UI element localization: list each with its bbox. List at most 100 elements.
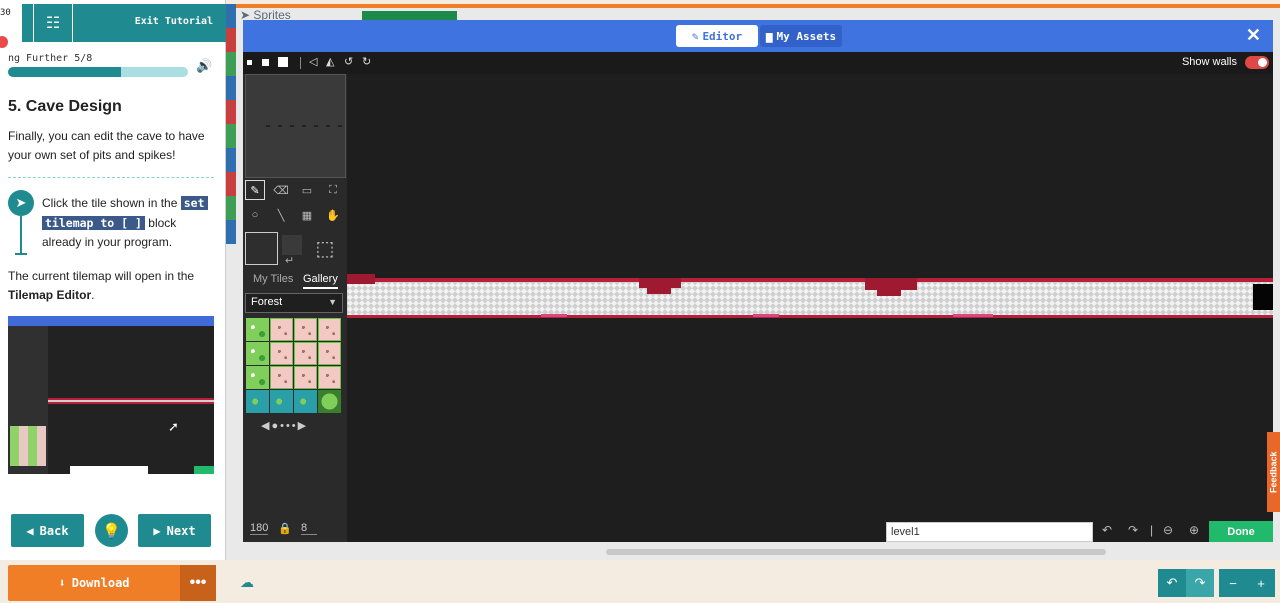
- top-accent-bar: [226, 4, 1280, 8]
- tutorial-intro-text: Finally, you can edit the cave to have y…: [8, 129, 205, 162]
- primary-tile-swatch[interactable]: [245, 232, 278, 265]
- lightbulb-icon: 💡: [102, 522, 121, 540]
- gallery-tile[interactable]: [318, 342, 341, 365]
- code-token: tilemap to [ ]: [42, 215, 145, 230]
- gallery-category-select[interactable]: Forest ▼: [245, 293, 343, 313]
- done-button[interactable]: Done: [1209, 521, 1273, 542]
- zoom-out-button[interactable]: −: [1219, 569, 1247, 597]
- gallery-tile[interactable]: [318, 366, 341, 389]
- rotate-right-icon[interactable]: ↻: [362, 55, 371, 68]
- speaker-icon[interactable]: 🔊: [196, 58, 212, 74]
- brush-size-medium[interactable]: [262, 59, 269, 66]
- feedback-tab[interactable]: Feedback: [1267, 432, 1280, 512]
- tilemap-editor: ✎ Editor ▆ My Assets ✕ ◁ ◭ ↺ ↻ Show walls …: [243, 20, 1273, 542]
- redo-icon[interactable]: ↷: [1128, 523, 1138, 537]
- gallery-tile[interactable]: [294, 318, 317, 341]
- tilemap-width-input[interactable]: 180: [250, 522, 269, 535]
- tools-sidebar: ✎ ⌫ ▭ ⛶ ○ ╲ ▦ ✋ ↵ ⬚ My Tiles Gallery For…: [243, 74, 347, 542]
- gallery-tile[interactable]: [246, 342, 269, 365]
- brush-size-large[interactable]: [278, 57, 288, 67]
- tutorial-step-title: 5. Cave Design: [8, 98, 122, 115]
- cloud-icon[interactable]: ☁: [240, 574, 254, 591]
- tilemap-height-input[interactable]: 8: [301, 522, 317, 535]
- spike-tile: [753, 314, 779, 317]
- eraser-tool-icon[interactable]: ⌫: [271, 180, 291, 200]
- pencil-tool-icon[interactable]: ✎: [245, 180, 265, 200]
- line-tool-icon[interactable]: ╲: [271, 205, 291, 225]
- pit-tile: [865, 278, 917, 290]
- gallery-tile[interactable]: [294, 390, 317, 413]
- editor-toolbar: ◁ ◭ ↺ ↻ Show walls: [243, 52, 1273, 74]
- next-arrow-icon: ▶: [153, 523, 161, 538]
- tutorial-after-text: The current tilemap will open in the Til…: [8, 269, 195, 302]
- tilemap-canvas[interactable]: [347, 74, 1273, 518]
- gallery-tile[interactable]: [294, 342, 317, 365]
- gallery-tile[interactable]: [246, 318, 269, 341]
- hint-button[interactable]: 💡: [95, 514, 128, 547]
- flip-vertical-icon[interactable]: ◭: [326, 55, 334, 68]
- pan-tool-icon[interactable]: ✋: [323, 205, 343, 225]
- gallery-tile[interactable]: [246, 390, 269, 413]
- grid-tool-icon[interactable]: ▦: [297, 205, 317, 225]
- more-options-button[interactable]: •••: [180, 565, 216, 601]
- folder-icon: ▆: [765, 29, 773, 43]
- lock-icon[interactable]: 🔒: [278, 522, 292, 535]
- zoom-in-icon[interactable]: ⊕: [1189, 523, 1199, 537]
- tab-gallery[interactable]: Gallery: [303, 273, 338, 289]
- swap-icon[interactable]: ↵: [285, 254, 294, 267]
- back-button[interactable]: ◀ Back: [11, 514, 84, 547]
- tilemap-name-input[interactable]: level1: [886, 522, 1093, 542]
- rectangle-tool-icon[interactable]: ▭: [297, 180, 317, 200]
- download-icon: ⬇: [58, 576, 66, 590]
- gallery-tile[interactable]: [270, 318, 293, 341]
- tab-my-tiles[interactable]: My Tiles: [253, 273, 293, 285]
- pit-tile: [347, 274, 375, 284]
- secondary-tile-swatch[interactable]: [282, 235, 302, 255]
- tutorial-step-instruction: Click the tile shown in the set tilemap t…: [42, 194, 217, 253]
- download-button[interactable]: ⬇ Download: [8, 565, 180, 601]
- zoom-in-button[interactable]: +: [1247, 569, 1275, 597]
- divider: |: [1150, 523, 1154, 537]
- close-icon[interactable]: ✕: [1246, 25, 1261, 46]
- checklist-icon[interactable]: ☷: [33, 4, 73, 42]
- circle-tool-icon[interactable]: ○: [245, 205, 265, 225]
- bottom-toolbar: ⬇ Download ••• ☁ ↶ ↷ − +: [0, 560, 1280, 603]
- spike-tile: [953, 314, 993, 317]
- gallery-tile[interactable]: [270, 366, 293, 389]
- gallery-tile[interactable]: [270, 390, 293, 413]
- zoom-out-icon[interactable]: ⊖: [1163, 523, 1173, 537]
- next-button[interactable]: ▶ Next: [138, 514, 211, 547]
- redo-button[interactable]: ↷: [1186, 569, 1214, 597]
- undo-icon[interactable]: ↶: [1102, 523, 1112, 537]
- pit-tile: [647, 288, 671, 294]
- gallery-pager[interactable]: ◀●•••▶: [261, 419, 308, 432]
- cave-floor-strip: [347, 278, 1273, 318]
- gallery-tile[interactable]: [318, 390, 341, 413]
- wall-tool-icon[interactable]: ⬚: [312, 235, 338, 261]
- undo-button[interactable]: ↶: [1158, 569, 1186, 597]
- step-connector-line: [20, 216, 22, 254]
- flip-horizontal-icon[interactable]: ◁: [309, 55, 317, 68]
- pit-tile: [639, 278, 681, 288]
- brush-size-small[interactable]: [247, 60, 252, 65]
- tutorial-progress-fill: [8, 67, 121, 77]
- rotate-left-icon[interactable]: ↺: [344, 55, 353, 68]
- wall-block: [1253, 284, 1273, 310]
- spike-tile: [541, 314, 567, 317]
- tab-editor[interactable]: ✎ Editor: [676, 25, 758, 47]
- tab-my-assets[interactable]: ▆ My Assets: [760, 25, 842, 47]
- minimap[interactable]: [245, 74, 346, 178]
- gallery-tile[interactable]: [318, 318, 341, 341]
- block-category-strip: [226, 4, 236, 244]
- exit-tutorial-button[interactable]: Exit Tutorial: [135, 16, 213, 27]
- fill-tool-icon[interactable]: ⛶: [323, 180, 343, 200]
- gallery-tile[interactable]: [294, 366, 317, 389]
- pointer-icon: ➤: [8, 190, 34, 216]
- show-walls-toggle[interactable]: [1245, 56, 1269, 69]
- horizontal-scrollbar[interactable]: [606, 549, 1106, 555]
- gallery-tile[interactable]: [270, 342, 293, 365]
- app-root: ➤ Sprites 30 ☷ Exit Tutorial ng Further …: [0, 0, 1280, 603]
- tutorial-panel: 30 ☷ Exit Tutorial ng Further 5/8 🔊 5. C…: [0, 0, 226, 560]
- gallery-tile[interactable]: [246, 366, 269, 389]
- tutorial-progress-label: ng Further 5/8: [8, 53, 93, 64]
